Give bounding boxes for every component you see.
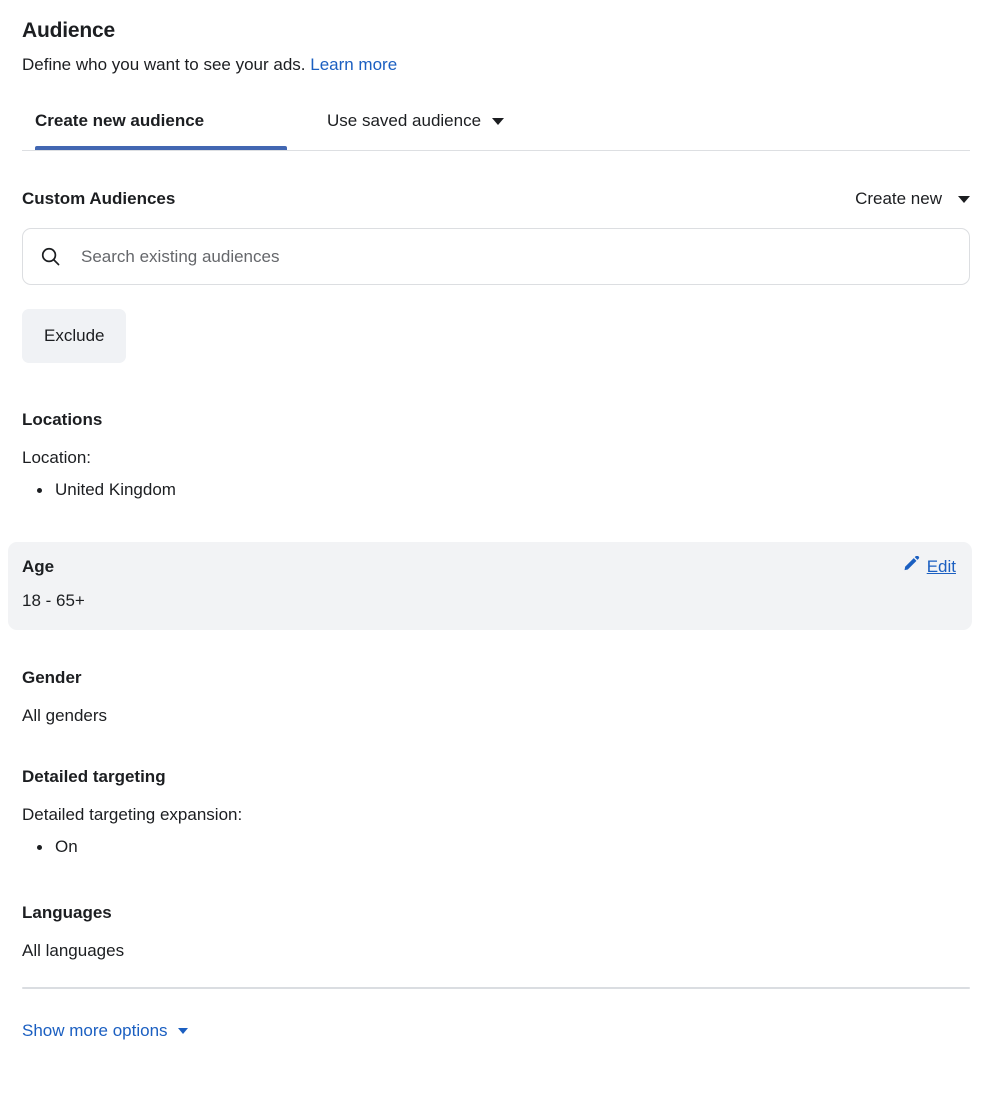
gender-section: Gender All genders [0, 667, 992, 727]
locations-section: Locations Location: United Kingdom [0, 409, 992, 503]
age-title: Age [22, 557, 55, 576]
page-subtitle-text: Define who you want to see your ads. [22, 55, 306, 74]
languages-title: Languages [22, 903, 112, 922]
search-input[interactable] [79, 229, 953, 284]
search-icon [39, 245, 62, 268]
show-more-options-label: Show more options [22, 1021, 168, 1040]
detailed-targeting-title: Detailed targeting [22, 767, 166, 786]
detailed-targeting-list: On [22, 834, 970, 860]
exclude-button[interactable]: Exclude [22, 309, 127, 363]
age-edit-label: Edit [926, 557, 956, 576]
page-subtitle: Define who you want to see your ads. Lea… [22, 54, 970, 76]
locations-list: United Kingdom [22, 477, 970, 503]
tab-use-saved-audience[interactable]: Use saved audience [327, 110, 505, 150]
languages-value: All languages [22, 941, 125, 960]
learn-more-link[interactable]: Learn more [310, 55, 397, 74]
age-edit-button[interactable]: Edit [903, 555, 956, 578]
age-section: Age Edit 18 - 65+ [8, 542, 972, 630]
languages-section: Languages All languages [0, 902, 992, 962]
age-header-row: Age Edit [22, 555, 956, 578]
list-item: United Kingdom [22, 477, 970, 503]
tab-create-new-audience[interactable]: Create new audience [35, 110, 287, 150]
tabs-divider [22, 150, 970, 151]
chevron-down-icon [492, 117, 505, 125]
list-item: On [22, 834, 970, 860]
locations-title: Locations [22, 410, 103, 429]
pencil-icon [903, 555, 920, 578]
age-value: 18 - 65+ [22, 591, 85, 610]
tab-use-saved-audience-label: Use saved audience [327, 111, 482, 130]
gender-value: All genders [22, 706, 108, 725]
page-header: Audience Define who you want to see your… [0, 0, 992, 76]
bottom-divider [22, 987, 970, 989]
locations-field-label: Location: [22, 448, 91, 467]
search-existing-audiences-box[interactable] [22, 228, 970, 285]
caret-down-icon [177, 1028, 188, 1034]
tab-active-underline [35, 146, 287, 150]
show-more-options-button[interactable]: Show more options [22, 1021, 188, 1041]
page-title: Audience [22, 19, 115, 42]
tabs-row: Create new audience Use saved audience [0, 110, 992, 150]
detailed-targeting-section: Detailed targeting Detailed targeting ex… [0, 766, 992, 860]
create-new-dropdown[interactable]: Create new [855, 189, 970, 209]
create-new-label: Create new [855, 189, 942, 208]
custom-audiences-label: Custom Audiences [22, 189, 176, 208]
custom-audiences-header: Custom Audiences Create new [0, 188, 992, 210]
tab-create-new-audience-label: Create new audience [35, 111, 205, 130]
detailed-targeting-field-label: Detailed targeting expansion: [22, 805, 243, 824]
audience-tabs: Create new audience Use saved audience [0, 110, 992, 151]
gender-title: Gender [22, 668, 82, 687]
chevron-down-icon [958, 195, 970, 203]
